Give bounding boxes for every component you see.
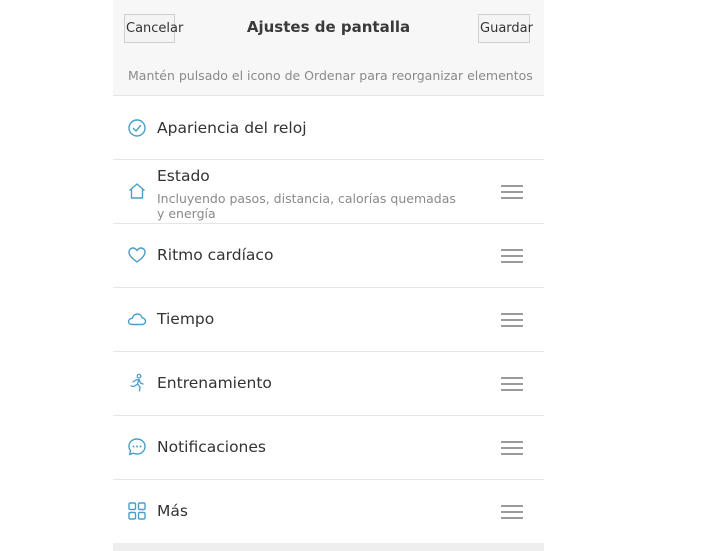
running-icon <box>130 373 144 392</box>
cloud-icon <box>127 313 147 326</box>
clock-icon <box>128 119 146 137</box>
list-item-watch-face[interactable]: Apariencia del reloj <box>113 96 544 160</box>
list-item-label: Ritmo cardíaco <box>157 246 274 264</box>
drag-handle-icon[interactable] <box>501 185 523 199</box>
list-item-label: Estado <box>157 167 210 185</box>
list-item-heart-rate[interactable]: Ritmo cardíaco <box>113 224 544 288</box>
reorder-hint-bar: Mantén pulsado el icono de Ordenar para … <box>113 55 544 96</box>
grid-icon <box>128 502 146 520</box>
heart-icon <box>128 247 146 263</box>
display-settings-screen: Cancelar Ajustes de pantalla Guardar Man… <box>113 0 544 551</box>
list-item-status[interactable]: Estado Incluyendo pasos, distancia, calo… <box>113 160 544 224</box>
list-item-sublabel: Incluyendo pasos, distancia, calorías qu… <box>157 191 456 221</box>
drag-handle-icon[interactable] <box>501 249 523 263</box>
list-item-notifications[interactable]: Notificaciones <box>113 416 544 480</box>
list-item-more[interactable]: Más <box>113 480 544 543</box>
list-item-label: Más <box>157 502 188 520</box>
bottom-divider <box>113 543 544 551</box>
list-item-label: Entrenamiento <box>157 374 272 392</box>
drag-handle-icon[interactable] <box>501 441 523 455</box>
chat-bubble-icon <box>128 438 146 456</box>
top-bar: Cancelar Ajustes de pantalla Guardar <box>113 0 544 55</box>
list-item-label: Apariencia del reloj <box>157 119 307 137</box>
drag-handle-icon[interactable] <box>501 377 523 391</box>
drag-handle-icon[interactable] <box>501 313 523 327</box>
list-item-weather[interactable]: Tiempo <box>113 288 544 352</box>
list-item-label: Tiempo <box>157 310 215 328</box>
home-icon <box>129 183 145 199</box>
drag-handle-icon[interactable] <box>501 505 523 519</box>
save-button[interactable]: Guardar <box>478 14 533 43</box>
list-item-workout[interactable]: Entrenamiento <box>113 352 544 416</box>
reorder-hint-text: Mantén pulsado el icono de Ordenar para … <box>128 68 533 83</box>
list-item-label: Notificaciones <box>157 438 266 456</box>
